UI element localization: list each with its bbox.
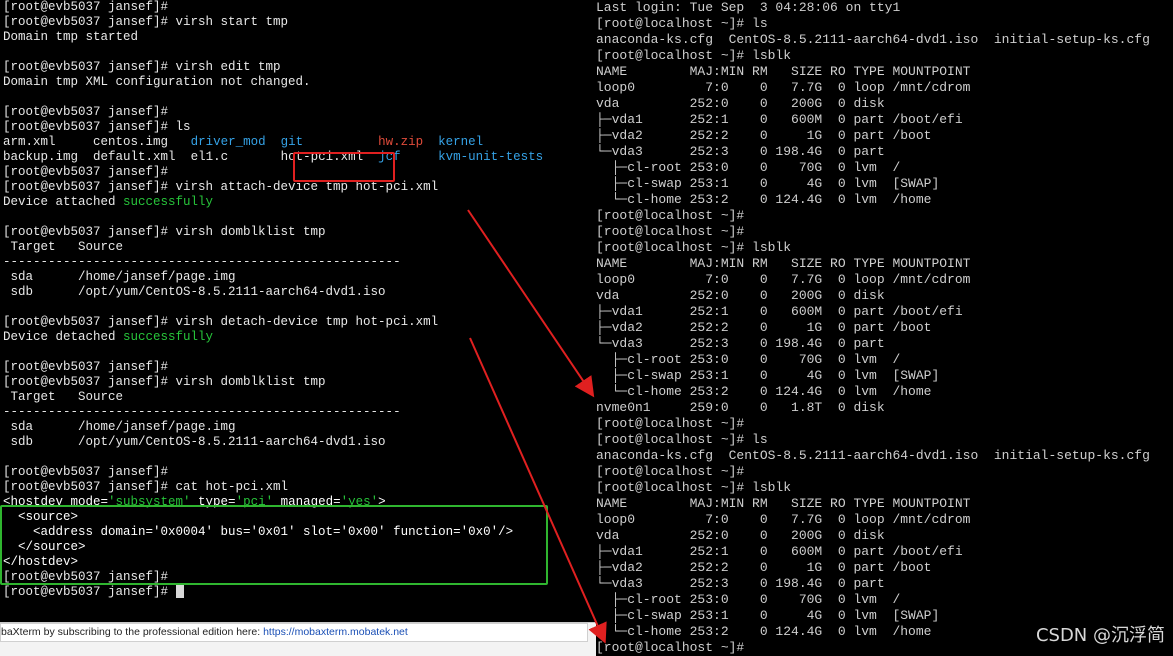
- console-line: └─cl-home 253:2 0 124.4G 0 lvm /home: [596, 384, 932, 399]
- ls-entry: centos.img: [93, 135, 169, 149]
- ls-entry: kernel: [438, 135, 484, 149]
- console-line: └─vda3 252:3 0 198.4G 0 part: [596, 576, 885, 591]
- ls-entry: el1.c: [190, 150, 229, 164]
- console-line: NAME MAJ:MIN RM SIZE RO TYPE MOUNTPOINT: [596, 496, 971, 511]
- console-line: ├─vda2 252:2 0 1G 0 part /boot: [596, 560, 932, 575]
- text-cursor: [175, 585, 184, 599]
- ls-entry: arm.xml: [3, 135, 56, 149]
- console-line: [root@localhost ~]# lsblk: [596, 480, 792, 495]
- terminal-line: sda /home/jansef/page.img: [3, 420, 236, 434]
- console-line: vda 252:0 0 200G 0 disk: [596, 96, 885, 111]
- terminal-line: [root@evb5037 jansef]# virsh detach-devi…: [3, 315, 439, 329]
- terminal-line: [root@evb5037 jansef]#: [0, 585, 596, 600]
- console-line: vda 252:0 0 200G 0 disk: [596, 528, 885, 543]
- terminal-line: [root@evb5037 jansef]#: [3, 0, 169, 14]
- console-line: loop0 7:0 0 7.7G 0 loop /mnt/cdrom: [596, 272, 971, 287]
- shell-prompt: [root@evb5037 jansef]#: [3, 585, 176, 599]
- terminal-line: [root@evb5037 jansef]#: [3, 105, 169, 119]
- console-line: ├─cl-root 253:0 0 70G 0 lvm /: [596, 592, 901, 607]
- ls-entry: hw.zip: [378, 135, 424, 149]
- console-line: anaconda-ks.cfg CentOS-8.5.2111-aarch64-…: [596, 448, 1150, 463]
- ls-entry: git: [280, 135, 304, 149]
- terminal-line: [root@evb5037 jansef]# virsh attach-devi…: [3, 180, 439, 194]
- terminal-line: [root@evb5037 jansef]# virsh edit tmp: [3, 60, 281, 74]
- console-line: NAME MAJ:MIN RM SIZE RO TYPE MOUNTPOINT: [596, 64, 971, 79]
- console-line: ├─vda1 252:1 0 600M 0 part /boot/efi: [596, 304, 963, 319]
- terminal-line: [root@evb5037 jansef]# virsh domblklist …: [3, 225, 326, 239]
- highlight-box-hot-pci-file: [293, 152, 395, 182]
- console-line: ├─vda2 252:2 0 1G 0 part /boot: [596, 320, 932, 335]
- ls-entry: backup.img: [3, 150, 79, 164]
- terminal-line: [root@evb5037 jansef]#: [3, 360, 169, 374]
- footer-text: baXterm by subscribing to the profession…: [1, 626, 264, 638]
- console-line: [root@localhost ~]# ls: [596, 432, 768, 447]
- console-line: └─vda3 252:3 0 198.4G 0 part: [596, 336, 885, 351]
- console-line: ├─cl-swap 253:1 0 4G 0 lvm [SWAP]: [596, 368, 940, 383]
- terminal-line: sdb /opt/yum/CentOS-8.5.2111-aarch64-dvd…: [3, 435, 386, 449]
- terminal-line: Device detached successfully: [0, 330, 596, 345]
- console-line: loop0 7:0 0 7.7G 0 loop /mnt/cdrom: [596, 512, 971, 527]
- terminal-line: Domain tmp XML configuration not changed…: [3, 75, 311, 89]
- footer-banner: baXterm by subscribing to the profession…: [0, 623, 588, 642]
- console-line: ├─cl-root 253:0 0 70G 0 lvm /: [596, 352, 901, 367]
- csdn-watermark: CSDN @沉浮简: [1035, 625, 1165, 646]
- console-line: [root@localhost ~]# lsblk: [596, 240, 792, 255]
- terminal-line: sdb /opt/yum/CentOS-8.5.2111-aarch64-dvd…: [3, 285, 386, 299]
- terminal-line: ----------------------------------------…: [3, 405, 401, 419]
- console-line: └─vda3 252:3 0 198.4G 0 part: [596, 144, 885, 159]
- terminal-line: [root@evb5037 jansef]# cat hot-pci.xml: [3, 480, 289, 494]
- status-success: successfully: [123, 330, 214, 344]
- terminal-line: [root@evb5037 jansef]# virsh domblklist …: [3, 375, 326, 389]
- console-line: Last login: Tue Sep 3 04:28:06 on tty1: [596, 0, 901, 15]
- terminal-line: [root@evb5037 jansef]# virsh start tmp: [3, 15, 289, 29]
- mobaxterm-footer: baXterm by subscribing to the profession…: [0, 622, 596, 656]
- console-line: [root@localhost ~]# lsblk: [596, 48, 792, 63]
- console-line: ├─vda2 252:2 0 1G 0 part /boot: [596, 128, 932, 143]
- status-success: successfully: [123, 195, 214, 209]
- terminal-line: ----------------------------------------…: [3, 255, 401, 269]
- highlight-box-xml-content: [0, 505, 548, 585]
- terminal-line: sda /home/jansef/page.img: [3, 270, 236, 284]
- console-line: vda 252:0 0 200G 0 disk: [596, 288, 885, 303]
- vm-console-output: Last login: Tue Sep 3 04:28:06 on tty1 [r…: [596, 0, 1173, 655]
- status-text: Device attached: [3, 195, 124, 209]
- terminal-line: [root@evb5037 jansef]#: [3, 465, 169, 479]
- console-line: ├─cl-swap 253:1 0 4G 0 lvm [SWAP]: [596, 176, 940, 191]
- console-line: [root@localhost ~]#: [596, 224, 745, 239]
- console-line: ├─vda1 252:1 0 600M 0 part /boot/efi: [596, 544, 963, 559]
- ls-entry: driver_mod: [190, 135, 266, 149]
- console-line: [root@localhost ~]#: [596, 416, 745, 431]
- status-text: Device detached: [3, 330, 124, 344]
- vm-console-pane[interactable]: Last login: Tue Sep 3 04:28:06 on tty1 [r…: [596, 0, 1173, 655]
- ls-entry: default.xml: [93, 150, 176, 164]
- console-line: NAME MAJ:MIN RM SIZE RO TYPE MOUNTPOINT: [596, 256, 971, 271]
- console-line: loop0 7:0 0 7.7G 0 loop /mnt/cdrom: [596, 80, 971, 95]
- console-line: nvme0n1 259:0 0 1.8T 0 disk: [596, 400, 885, 415]
- terminal-line: Device attached successfully: [0, 195, 596, 210]
- footer-link[interactable]: https://mobaxterm.mobatek.net: [263, 626, 408, 638]
- terminal-line: Target Source: [3, 390, 124, 404]
- terminal-line: Target Source: [3, 240, 124, 254]
- console-line: [root@localhost ~]#: [596, 464, 745, 479]
- ls-entry: kvm-unit-tests: [438, 150, 544, 164]
- console-line: [root@localhost ~]# ls: [596, 16, 768, 31]
- console-line: └─cl-home 253:2 0 124.4G 0 lvm /home: [596, 192, 932, 207]
- terminal-line: [root@evb5037 jansef]# ls: [3, 120, 191, 134]
- console-line: ├─cl-root 253:0 0 70G 0 lvm /: [596, 160, 901, 175]
- terminal-line: Domain tmp started: [3, 30, 139, 44]
- left-terminal-pane[interactable]: [root@evb5037 jansef]# [root@evb5037 jans…: [0, 0, 596, 622]
- console-line: anaconda-ks.cfg CentOS-8.5.2111-aarch64-…: [596, 32, 1150, 47]
- console-line: ├─vda1 252:1 0 600M 0 part /boot/efi: [596, 112, 963, 127]
- console-line: [root@localhost ~]#: [596, 208, 745, 223]
- terminal-line: arm.xml centos.img driver_mod git hw.zip…: [0, 135, 596, 150]
